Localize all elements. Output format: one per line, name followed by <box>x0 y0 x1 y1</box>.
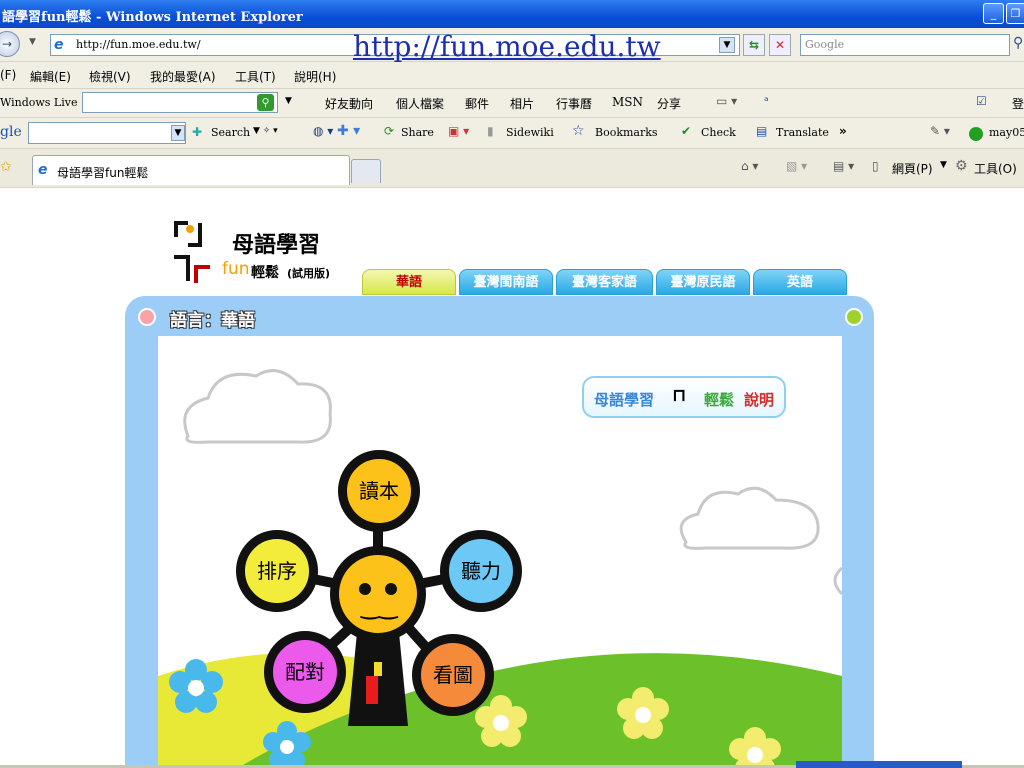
bookmarks-button[interactable]: Bookmarks <box>595 126 658 139</box>
live-window-icon[interactable]: ▭ ▾ <box>716 94 737 108</box>
share-icon[interactable]: ⟳ <box>384 124 394 138</box>
bookmark-star-icon[interactable]: ☆ <box>572 123 585 139</box>
green-dot-icon <box>845 308 863 326</box>
home-icon[interactable]: ⌂ ▾ <box>741 159 758 173</box>
feeds-icon[interactable]: ▧ ▾ <box>786 159 807 173</box>
google-search-icon[interactable]: ✚ <box>192 125 202 139</box>
title-bar: 語學習fun輕鬆 - Windows Internet Explorer _ ❐ <box>0 0 1024 28</box>
node-matching[interactable]: 配對 <box>264 631 346 713</box>
live-item-profile[interactable]: 個人檔案 <box>396 95 444 112</box>
share-button[interactable]: Share <box>401 126 434 139</box>
live-item-photos[interactable]: 相片 <box>510 95 534 112</box>
live-item-share[interactable]: 分享 <box>657 95 681 112</box>
trunk-red-block <box>366 676 378 704</box>
overlay-url-link[interactable]: http://fun.moe.edu.tw <box>353 30 661 63</box>
page-icon: ▯ <box>872 159 879 173</box>
tab-ie-icon: e <box>38 162 48 178</box>
sphere-icon[interactable]: ◍ ▾ <box>313 124 333 138</box>
language-header: 語言：華語 <box>170 311 255 331</box>
tab-taiwanese-hokkien[interactable]: 臺灣閩南語 <box>459 269 553 295</box>
live-item-mail[interactable]: 郵件 <box>465 95 489 112</box>
tab-hakka[interactable]: 臺灣客家語 <box>556 269 653 295</box>
google-logo: gle <box>0 124 22 140</box>
live-dropdown-icon[interactable]: ▼ <box>285 96 292 106</box>
search-input[interactable]: Google <box>800 34 1010 56</box>
menu-tools[interactable]: 工具(T) <box>235 68 276 85</box>
browser-tab-label: 母語學習fun輕鬆 <box>57 166 149 180</box>
live-search-input[interactable]: ⚲ <box>82 92 278 113</box>
node-listening[interactable]: 聽力 <box>440 530 522 612</box>
checkbox-icon[interactable]: ☑ <box>976 94 987 108</box>
print-icon[interactable]: ▤ ▾ <box>833 159 854 173</box>
google-dropdown-icon[interactable]: ▼ <box>171 125 185 141</box>
logo-easy: 輕鬆 <box>251 265 279 281</box>
menu-help[interactable]: 說明(H) <box>294 68 336 85</box>
maximize-button[interactable]: ❐ <box>1006 3 1024 24</box>
node-ordering[interactable]: 排序 <box>236 530 318 612</box>
taskbar-fragment <box>796 761 962 768</box>
address-dropdown-icon[interactable]: ▼ <box>719 37 735 53</box>
live-item-msn[interactable]: MSN <box>612 95 643 109</box>
live-item-calendar[interactable]: 行事曆 <box>556 95 592 112</box>
menu-favorites[interactable]: 我的最愛(A) <box>150 68 216 85</box>
search-placeholder: Google <box>805 38 845 51</box>
logo-fun: fun <box>222 259 250 279</box>
translate-live-icon[interactable]: ᵃ <box>764 94 769 108</box>
node-reading[interactable]: 讀本 <box>338 450 420 532</box>
puzzle-icon[interactable]: ✚ ▾ <box>337 123 360 139</box>
translate-icon[interactable]: ▤ <box>756 124 767 138</box>
google-user[interactable]: may05 <box>989 126 1024 139</box>
tab-indigenous[interactable]: 臺灣原民語 <box>656 269 750 295</box>
ie-page-icon: e <box>54 37 64 53</box>
smiley-face-icon: ‿‿ <box>330 546 426 642</box>
translate-button[interactable]: Translate <box>776 126 829 139</box>
refresh-icon[interactable]: ⇆ <box>743 34 765 56</box>
page-dropdown-icon[interactable]: ▼ <box>940 160 947 170</box>
dropdown-arrow-icon[interactable]: ▼ <box>29 37 36 47</box>
trunk-yellow-block <box>374 662 382 676</box>
logo-trial: (試用版) <box>287 267 331 280</box>
url-text: http://fun.moe.edu.tw/ <box>76 38 201 51</box>
windows-live-label: Windows Live <box>0 96 78 109</box>
logo-mark-icon <box>170 219 210 289</box>
google-search-button[interactable]: Search <box>211 126 250 139</box>
live-sign-in[interactable]: 登 <box>1012 95 1024 112</box>
search-icon[interactable]: ⚲ <box>1013 35 1023 51</box>
menu-file[interactable]: (F) <box>0 68 16 82</box>
tab-english[interactable]: 英語 <box>753 269 847 295</box>
browser-tab-bar: ✩ e 母語學習fun輕鬆 ⌂ ▾ ▧ ▾ ▤ ▾ ▯ 網頁(P) ▼ ⚙ 工具… <box>0 149 1024 188</box>
favorites-star-icon[interactable]: ✩ <box>0 159 12 175</box>
tools-menu[interactable]: 工具(O) <box>974 160 1017 177</box>
google-toolbar: gle ▼ ✚ Search ▼ ✧ ▾ ◍ ▾ ✚ ▾ ⟳ Share ▣ ▾… <box>0 118 1024 149</box>
menu-bar: (F) 編輯(E) 檢視(V) 我的最愛(A) 工具(T) 說明(H) <box>0 62 1024 89</box>
sidewiki-button[interactable]: Sidewiki <box>506 126 554 139</box>
browser-tab[interactable]: e 母語學習fun輕鬆 <box>32 155 350 185</box>
more-chevron-icon[interactable]: » <box>839 124 847 138</box>
status-green-icon <box>969 127 983 141</box>
check-button[interactable]: Check <box>701 126 736 139</box>
live-search-icon[interactable]: ⚲ <box>257 94 274 111</box>
pink-dot-icon <box>138 308 156 326</box>
page-menu[interactable]: 網頁(P) <box>892 160 933 177</box>
menu-edit[interactable]: 編輯(E) <box>30 68 71 85</box>
blog-icon[interactable]: ▣ ▾ <box>448 124 469 138</box>
live-item-friends[interactable]: 好友動向 <box>325 95 373 112</box>
new-tab-button[interactable] <box>351 159 381 183</box>
gear-icon: ⚙ <box>955 158 968 174</box>
search-dropdown-icon[interactable]: ▼ ✧ ▾ <box>253 126 278 136</box>
spellcheck-icon[interactable]: ✔ <box>681 124 691 138</box>
logo-title: 母語學習 <box>232 233 321 258</box>
google-search-input[interactable]: ▼ <box>28 122 186 144</box>
minimize-button[interactable]: _ <box>983 3 1004 24</box>
node-picture[interactable]: 看圖 <box>412 634 494 716</box>
play-area: 母語學習 ⊓ 輕鬆 說明 ‿‿ 讀本 排序 聽力 配對 看圖 <box>158 336 842 768</box>
sidewiki-icon[interactable]: ▮ <box>487 124 494 138</box>
windows-live-toolbar: Windows Live ⚲ ▼ 好友動向 個人檔案 郵件 相片 行事曆 MSN… <box>0 89 1024 118</box>
menu-view[interactable]: 檢視(V) <box>89 68 131 85</box>
window-title: 語學習fun輕鬆 - Windows Internet Explorer <box>2 10 303 25</box>
tab-mandarin[interactable]: 華語 <box>362 269 456 295</box>
wrench-icon[interactable]: ✎ ▾ <box>930 124 950 138</box>
stop-icon[interactable]: ✕ <box>769 34 791 56</box>
back-icon[interactable]: → <box>0 31 20 57</box>
